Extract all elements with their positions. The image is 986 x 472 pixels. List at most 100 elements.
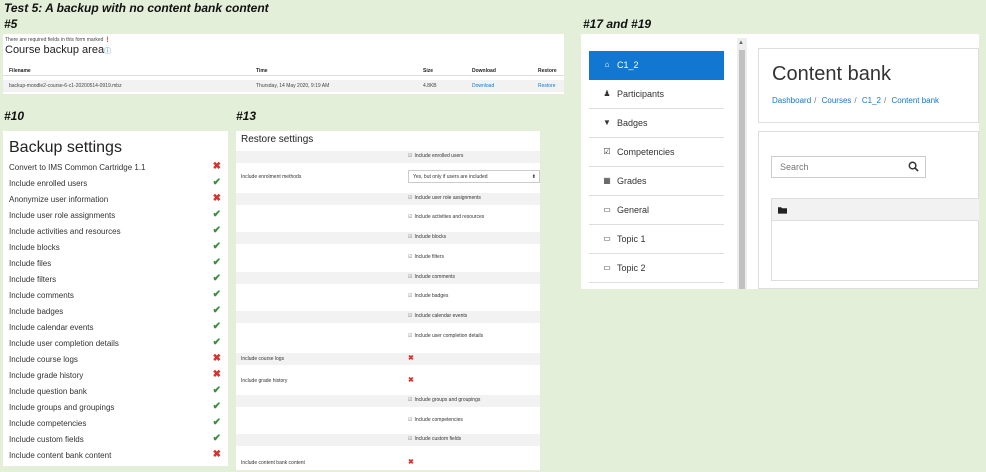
restore-setting-checkbox[interactable]: ☑ Include comments — [408, 274, 455, 280]
backup-setting-item: Include filters ✔ — [9, 272, 224, 288]
col-filename: Filename — [9, 68, 31, 74]
backup-setting-label: Include activities and resources — [9, 227, 121, 236]
restore-setting-row: Include content bank content ✖ — [236, 457, 540, 469]
content-file-list — [771, 198, 979, 281]
checkbox-icon[interactable]: ☑ — [408, 333, 412, 339]
enrolment-methods-select[interactable]: Yes, but only if users are included ⬍ — [408, 170, 540, 183]
checkbox-icon[interactable]: ☑ — [408, 214, 412, 220]
breadcrumb-separator: / — [884, 96, 887, 105]
check-icon: ✔ — [212, 273, 221, 284]
checkbox-icon[interactable]: ☑ — [408, 153, 412, 159]
restore-settings-panel: Restore settings ☑ Include enrolled users… — [236, 131, 540, 470]
nav-item-badges[interactable]: ▼ Badges — [589, 109, 724, 138]
select-arrow-icon[interactable]: ⬍ — [532, 174, 536, 180]
breadcrumb-courses[interactable]: Courses — [822, 96, 852, 105]
checkbox-icon[interactable]: ☑ — [408, 293, 412, 299]
check-icon: ✔ — [212, 257, 221, 268]
backup-setting-item: Include calendar events ✔ — [9, 320, 224, 336]
checkbox-icon[interactable]: ☑ — [408, 234, 412, 240]
restore-setting-checkbox[interactable]: ☑ Include filters — [408, 254, 444, 260]
checkbox-icon[interactable]: ☑ — [408, 254, 412, 260]
backup-setting-item: Include comments ✔ — [9, 288, 224, 304]
breadcrumb-course[interactable]: C1_2 — [862, 96, 881, 105]
nav-item-topic-1[interactable]: ▭ Topic 1 — [589, 225, 724, 254]
restore-setting-row: ☑ Include custom fields — [236, 434, 540, 446]
restore-setting-checkbox[interactable]: ☑ Include activities and resources — [408, 214, 484, 220]
caption-17-19: #17 and #19 — [583, 17, 652, 31]
course-nav-drawer: ⌂ C1_2 ♟ Participants ▼ Badges ☑ Competencies ▦ G… — [589, 49, 725, 289]
checkbox-icon[interactable]: ☑ — [408, 274, 412, 280]
restore-setting-row: ☑ Include user role assignments — [236, 193, 540, 205]
check-icon: ✔ — [212, 385, 221, 396]
restore-setting-checkbox[interactable]: ☑ Include calendar events — [408, 313, 467, 319]
nav-item-competencies[interactable]: ☑ Competencies — [589, 138, 724, 167]
restore-setting-checkbox[interactable]: ☑ Include competencies — [408, 417, 463, 423]
content-bank-body: Search — [758, 131, 979, 289]
search-input[interactable]: Search — [771, 156, 926, 178]
cross-icon: ✖ — [212, 161, 221, 172]
breadcrumb-dashboard[interactable]: Dashboard — [772, 96, 811, 105]
nav-scrollbar[interactable]: ▲ — [737, 38, 747, 289]
check-icon: ✔ — [212, 177, 221, 188]
backup-setting-label: Include calendar events — [9, 323, 94, 332]
restore-setting-checkbox[interactable]: ☑ Include blocks — [408, 234, 446, 240]
check-icon: ✔ — [212, 241, 221, 252]
backup-setting-label: Include filters — [9, 275, 57, 284]
backup-setting-item: Include badges ✔ — [9, 304, 224, 320]
restore-setting-value: Include custom fields — [414, 436, 462, 442]
restore-setting-value: Include user completion details — [414, 333, 484, 339]
checkbox-icon[interactable]: ☑ — [408, 195, 412, 201]
restore-setting-checkbox[interactable]: ☑ Include badges — [408, 293, 448, 299]
restore-setting-value: Include enrolled users — [414, 153, 464, 159]
cell-filename: backup-moodle2-course-6-c1-20200514-0919… — [9, 83, 122, 89]
check-icon: ✔ — [212, 305, 221, 316]
graduation-cap-icon: ⌂ — [604, 60, 610, 69]
backup-settings-panel: Backup settings Convert to IMS Common Ca… — [3, 131, 228, 466]
checkbox-icon[interactable]: ☑ — [408, 397, 412, 403]
caption-10: #10 — [4, 109, 25, 123]
restore-setting-checkbox[interactable]: ☑ Include user completion details — [408, 333, 483, 339]
restore-setting-checkbox[interactable]: ☑ Include user role assignments — [408, 195, 481, 201]
select-value: Yes, but only if users are included — [413, 174, 488, 180]
restore-link[interactable]: Restore — [538, 83, 556, 89]
folder-icon: ▭ — [603, 263, 611, 272]
nav-item-participants[interactable]: ♟ Participants — [589, 80, 724, 109]
nav-item-topic-2[interactable]: ▭ Topic 2 — [589, 254, 724, 283]
nav-item-grades[interactable]: ▦ Grades — [589, 167, 724, 196]
check-icon: ✔ — [212, 289, 221, 300]
table-row: backup-moodle2-course-6-c1-20200514-0919… — [3, 80, 564, 92]
restore-setting-checkbox[interactable]: ☑ Include enrolled users — [408, 153, 463, 159]
table-icon: ▦ — [603, 176, 611, 185]
checkbox-icon[interactable]: ☑ — [408, 417, 412, 423]
restore-setting-checkbox[interactable]: ☑ Include groups and groupings — [408, 397, 480, 403]
breadcrumb: Dashboard / Courses / C1_2/ Content bank — [772, 96, 939, 105]
backup-setting-item: Include content bank content ✖ — [9, 448, 224, 464]
backup-area-title: Course backup areaⓘ — [5, 44, 111, 56]
check-icon: ✔ — [212, 433, 221, 444]
restore-setting-checkbox[interactable]: ☑ Include custom fields — [408, 436, 461, 442]
nav-item-general[interactable]: ▭ General — [589, 196, 724, 225]
folder-icon[interactable] — [778, 206, 787, 214]
scrollbar-thumb[interactable] — [739, 50, 745, 289]
restore-setting-row: ☑ Include calendar events — [236, 311, 540, 323]
backup-table-header: Filename Time Size Download Restore — [3, 66, 564, 76]
breadcrumb-content-bank[interactable]: Content bank — [891, 96, 939, 105]
scroll-up-icon[interactable]: ▲ — [738, 40, 744, 46]
restore-setting-value: Include groups and groupings — [414, 397, 481, 403]
restore-setting-value: Include badges — [414, 293, 449, 299]
checkbox-icon[interactable]: ☑ — [408, 436, 412, 442]
checkbox-icon[interactable]: ☑ — [408, 313, 412, 319]
backup-setting-label: Include custom fields — [9, 435, 84, 444]
nav-item-label: Topic 1 — [617, 234, 646, 244]
col-time: Time — [256, 68, 268, 74]
backup-setting-item: Include blocks ✔ — [9, 240, 224, 256]
course-backup-area-panel: There are required fields in this form m… — [3, 34, 564, 94]
restore-setting-value: Include user role assignments — [414, 195, 481, 201]
help-icon[interactable]: ⓘ — [104, 48, 111, 55]
checkbox-icon: ☑ — [603, 147, 611, 156]
search-icon[interactable] — [908, 161, 919, 172]
restore-setting-label: Include course logs — [241, 356, 285, 362]
nav-item-c1-2[interactable]: ⌂ C1_2 — [589, 51, 724, 80]
download-link[interactable]: Download — [472, 83, 494, 89]
nav-item-label: Participants — [617, 89, 665, 99]
